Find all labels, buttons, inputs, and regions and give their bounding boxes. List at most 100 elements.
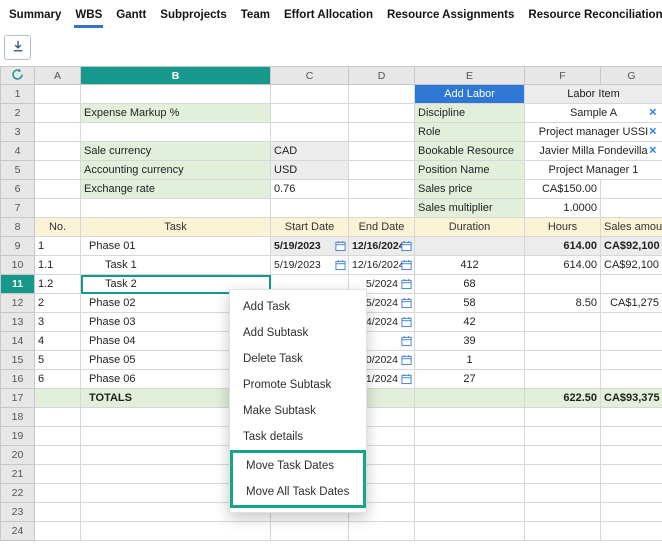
cell-F5[interactable]: Project Manager 1 — [524, 160, 662, 180]
tab-subprojects[interactable]: Subprojects — [159, 2, 227, 28]
cell-D10[interactable]: 12/16/2024 — [348, 255, 415, 275]
calendar-icon[interactable] — [401, 336, 412, 347]
cell-F9[interactable]: 614.00 — [524, 236, 601, 256]
cell-F21[interactable] — [524, 464, 601, 484]
cell-C3[interactable] — [270, 122, 349, 142]
cell-B4[interactable]: Sale currency — [80, 141, 271, 161]
clear-icon[interactable]: ✕ — [649, 108, 657, 119]
row-header-17[interactable]: 17 — [0, 388, 35, 408]
cell-C5[interactable]: USD — [270, 160, 349, 180]
cell-D8[interactable]: End Date — [348, 217, 415, 237]
calendar-icon[interactable] — [401, 317, 412, 328]
cell-C6[interactable]: 0.76 — [270, 179, 349, 199]
cell-G17[interactable]: CA$93,375 — [600, 388, 662, 408]
cell-F14[interactable] — [524, 331, 601, 351]
row-header-22[interactable]: 22 — [0, 483, 35, 503]
cell-F15[interactable] — [524, 350, 601, 370]
menu-item-delete-task[interactable]: Delete Task — [230, 346, 366, 372]
cell-A10[interactable]: 1.1 — [34, 255, 81, 275]
cell-F24[interactable] — [524, 521, 601, 541]
cell-F3[interactable]: Project manager USSI ✕ — [524, 122, 662, 142]
tab-resource-reconciliation[interactable]: Resource Reconciliation — [527, 2, 662, 28]
download-button[interactable] — [4, 34, 31, 60]
cell-E18[interactable] — [414, 407, 525, 427]
cell-G13[interactable] — [600, 312, 662, 332]
cell-A16[interactable]: 6 — [34, 369, 81, 389]
column-header-G[interactable]: G — [600, 66, 662, 85]
cell-B8[interactable]: Task — [80, 217, 271, 237]
menu-item-make-subtask[interactable]: Make Subtask — [230, 398, 366, 424]
row-header-18[interactable]: 18 — [0, 407, 35, 427]
tab-wbs[interactable]: WBS — [74, 2, 104, 28]
row-header-9[interactable]: 9 — [0, 236, 35, 256]
tab-effort-allocation[interactable]: Effort Allocation — [283, 2, 374, 28]
cell-A18[interactable] — [34, 407, 81, 427]
cell-F2[interactable]: Sample A ✕ — [524, 103, 662, 123]
cell-E10[interactable]: 412 — [414, 255, 525, 275]
cell-F6[interactable]: CA$150.00 — [524, 179, 601, 199]
cell-C4[interactable]: CAD — [270, 141, 349, 161]
row-header-8[interactable]: 8 — [0, 217, 35, 237]
calendar-icon[interactable] — [401, 355, 412, 366]
cell-B5[interactable]: Accounting currency — [80, 160, 271, 180]
row-header-12[interactable]: 12 — [0, 293, 35, 313]
menu-item-add-subtask[interactable]: Add Subtask — [230, 320, 366, 346]
clear-icon[interactable]: ✕ — [649, 146, 657, 157]
cell-E3[interactable]: Role — [414, 122, 525, 142]
cell-E8[interactable]: Duration — [414, 217, 525, 237]
row-header-11[interactable]: 11 — [0, 274, 35, 294]
calendar-icon[interactable] — [401, 279, 412, 290]
row-header-16[interactable]: 16 — [0, 369, 35, 389]
cell-F18[interactable] — [524, 407, 601, 427]
tab-resource-assignments[interactable]: Resource Assignments — [386, 2, 515, 28]
cell-E21[interactable] — [414, 464, 525, 484]
row-header-5[interactable]: 5 — [0, 160, 35, 180]
row-header-4[interactable]: 4 — [0, 141, 35, 161]
menu-item-move-all-task-dates[interactable]: Move All Task Dates — [233, 479, 363, 505]
cell-G23[interactable] — [600, 502, 662, 522]
cell-G24[interactable] — [600, 521, 662, 541]
cell-G22[interactable] — [600, 483, 662, 503]
cell-B7[interactable] — [80, 198, 271, 218]
cell-E12[interactable]: 58 — [414, 293, 525, 313]
cell-A11[interactable]: 1.2 — [34, 274, 81, 294]
row-header-14[interactable]: 14 — [0, 331, 35, 351]
row-header-20[interactable]: 20 — [0, 445, 35, 465]
column-header-D[interactable]: D — [348, 66, 415, 85]
row-header-19[interactable]: 19 — [0, 426, 35, 446]
column-header-C[interactable]: C — [270, 66, 349, 85]
cell-E14[interactable]: 39 — [414, 331, 525, 351]
cell-B3[interactable] — [80, 122, 271, 142]
cell-C10[interactable]: 5/19/2023 — [270, 255, 349, 275]
cell-A20[interactable] — [34, 445, 81, 465]
cell-B1[interactable] — [80, 84, 271, 104]
cell-G15[interactable] — [600, 350, 662, 370]
row-header-10[interactable]: 10 — [0, 255, 35, 275]
cell-E17[interactable] — [414, 388, 525, 408]
cell-C2[interactable] — [270, 103, 349, 123]
tab-summary[interactable]: Summary — [8, 2, 62, 28]
cell-D1[interactable] — [348, 84, 415, 104]
cell-F1[interactable]: Labor Item — [524, 84, 662, 104]
cell-E4[interactable]: Bookable Resource — [414, 141, 525, 161]
cell-F20[interactable] — [524, 445, 601, 465]
cell-E16[interactable]: 27 — [414, 369, 525, 389]
column-header-F[interactable]: F — [524, 66, 601, 85]
calendar-icon[interactable] — [335, 241, 346, 252]
cell-G11[interactable] — [600, 274, 662, 294]
cell-A24[interactable] — [34, 521, 81, 541]
menu-item-promote-subtask[interactable]: Promote Subtask — [230, 372, 366, 398]
cell-E6[interactable]: Sales price — [414, 179, 525, 199]
tab-team[interactable]: Team — [240, 2, 271, 28]
cell-E13[interactable]: 42 — [414, 312, 525, 332]
cell-A9[interactable]: 1 — [34, 236, 81, 256]
cell-F19[interactable] — [524, 426, 601, 446]
cell-D7[interactable] — [348, 198, 415, 218]
row-header-13[interactable]: 13 — [0, 312, 35, 332]
cell-A5[interactable] — [34, 160, 81, 180]
cell-F23[interactable] — [524, 502, 601, 522]
row-header-15[interactable]: 15 — [0, 350, 35, 370]
calendar-icon[interactable] — [401, 260, 412, 271]
cell-G6[interactable] — [600, 179, 662, 199]
cell-A13[interactable]: 3 — [34, 312, 81, 332]
